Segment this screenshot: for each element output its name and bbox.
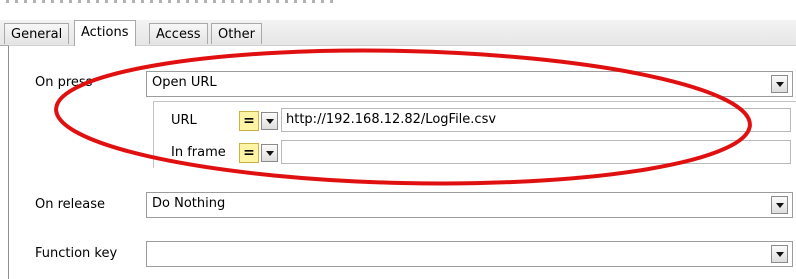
on-release-value: Do Nothing: [152, 196, 226, 211]
chevron-down-icon: [266, 119, 274, 124]
url-value: http://192.168.12.82/LogFile.csv: [286, 112, 497, 127]
in-frame-mode-dropdown-button[interactable]: [261, 144, 278, 162]
url-label: URL: [171, 113, 197, 128]
open-url-parameters: URL = http://192.168.12.82/LogFile.csv I…: [153, 101, 796, 168]
function-key-dropdown-button[interactable]: [771, 245, 788, 263]
on-press-label: On press: [35, 75, 93, 90]
cropped-text-remnant: [6, 0, 336, 3]
on-press-value: Open URL: [152, 75, 217, 90]
chevron-down-icon: [266, 151, 274, 156]
in-frame-input[interactable]: [281, 140, 791, 164]
url-input[interactable]: http://192.168.12.82/LogFile.csv: [281, 108, 791, 132]
on-release-select[interactable]: Do Nothing: [146, 192, 793, 218]
in-frame-label: In frame: [171, 145, 226, 160]
tab-bar: General Actions Access Other: [0, 20, 796, 46]
chevron-down-icon: [776, 203, 784, 208]
in-frame-eq-button[interactable]: =: [239, 143, 259, 163]
tab-access[interactable]: Access: [149, 23, 208, 44]
on-release-dropdown-button[interactable]: [771, 196, 788, 214]
function-key-select[interactable]: [146, 241, 793, 267]
on-press-dropdown-button[interactable]: [771, 75, 788, 93]
on-press-select[interactable]: Open URL: [146, 71, 793, 97]
window-top-strip: [0, 0, 796, 20]
actions-panel: On press Open URL URL = http://192.168.1…: [8, 45, 796, 279]
chevron-down-icon: [776, 82, 784, 87]
chevron-down-icon: [776, 252, 784, 257]
tab-other[interactable]: Other: [211, 23, 262, 44]
function-key-label: Function key: [35, 246, 118, 261]
url-eq-button[interactable]: =: [239, 111, 259, 131]
on-release-label: On release: [35, 197, 106, 212]
url-mode-dropdown-button[interactable]: [261, 112, 278, 130]
tab-general[interactable]: General: [4, 23, 70, 44]
tab-actions[interactable]: Actions: [74, 20, 136, 46]
